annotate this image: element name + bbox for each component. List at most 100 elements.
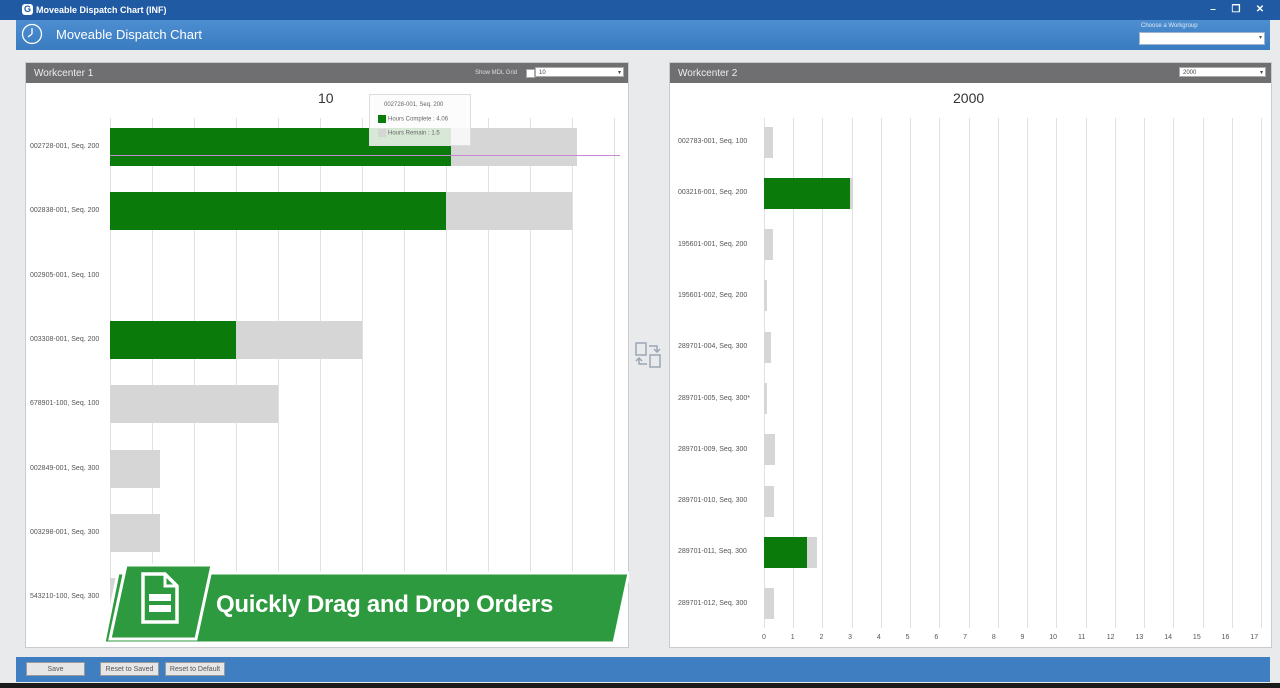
- app-header: Moveable Dispatch Chart Choose a Workgro…: [16, 20, 1270, 50]
- panel-title: Workcenter 1: [34, 68, 94, 79]
- row-label: 678901-100, Seq. 100: [30, 400, 100, 408]
- hover-line: [110, 155, 620, 156]
- remain-swatch: [378, 129, 386, 137]
- bar-hours-remain[interactable]: [446, 192, 572, 231]
- gridline: [1027, 118, 1029, 628]
- row-label: 289701-009, Seq. 300: [678, 445, 748, 453]
- row-label: 002783-001, Seq. 100: [678, 138, 748, 145]
- banner-text: Quickly Drag and Drop Orders: [216, 591, 554, 618]
- bar-hours-remain[interactable]: [110, 513, 161, 552]
- app-icon: G: [22, 4, 33, 15]
- row-label: 289701-012, Seq. 300: [678, 599, 748, 607]
- bar-hours-complete[interactable]: [110, 320, 236, 359]
- row-label: 002905-001, Seq. 100: [30, 271, 100, 279]
- x-tick-label: 15: [1192, 634, 1201, 641]
- chart-title: 10: [318, 90, 334, 106]
- bar-hours-remain[interactable]: [764, 434, 776, 466]
- bar-hours-remain[interactable]: [764, 331, 772, 363]
- x-tick-label: 14: [1164, 634, 1172, 641]
- x-tick-label: 6: [934, 634, 939, 641]
- gridline: [1173, 118, 1175, 628]
- bar-hours-remain[interactable]: [764, 126, 773, 158]
- tooltip-remain: Hours Remain : 1.5: [388, 130, 440, 137]
- gridline: [1202, 118, 1204, 628]
- page-title: Moveable Dispatch Chart: [56, 27, 202, 42]
- workcenter-2-select[interactable]: 2000 ▾: [1179, 67, 1266, 77]
- window-title: Moveable Dispatch Chart (INF): [36, 5, 167, 15]
- gridline: [614, 118, 615, 628]
- bar-hours-remain[interactable]: [764, 588, 775, 620]
- row-label: 289701-004, Seq. 300: [678, 343, 748, 351]
- gridline: [939, 118, 941, 628]
- panel-title: Workcenter 2: [678, 68, 738, 79]
- x-tick-label: 11: [1078, 634, 1086, 641]
- taskbar: [0, 683, 1280, 688]
- row-label: 002838-001, Seq. 200: [30, 207, 100, 215]
- select-value: 2000: [1183, 70, 1197, 76]
- x-tick-label: 7: [963, 634, 967, 641]
- chevron-down-icon: ▾: [617, 70, 621, 76]
- gridline: [1056, 118, 1058, 628]
- x-tick-label: 13: [1135, 634, 1144, 641]
- gridline: [1085, 118, 1087, 628]
- bar-tooltip: 002728-001, Seq. 200 Hours Complete : 4.…: [369, 94, 471, 146]
- workcenter-2-chart[interactable]: 002783-001, Seq. 100 003216-001, Seq. 200…: [670, 110, 1269, 650]
- swap-icon[interactable]: [634, 340, 662, 370]
- row-label: 002728-001, Seq. 200: [30, 143, 100, 150]
- gridline: [910, 118, 912, 628]
- bar-hours-remain[interactable]: [764, 229, 773, 261]
- chevron-down-icon: ▾: [1259, 70, 1263, 76]
- bar-hours-remain[interactable]: [110, 385, 278, 424]
- x-tick-label: 2: [819, 634, 824, 641]
- gridline: [968, 118, 970, 628]
- bar-hours-remain[interactable]: [236, 320, 362, 359]
- mdl-grid-label: Show MDL Grid: [475, 70, 518, 76]
- restore-button[interactable]: ❐: [1225, 2, 1247, 18]
- complete-swatch: [378, 115, 386, 123]
- workgroup-select[interactable]: ▾: [1139, 32, 1265, 45]
- select-value: 10: [539, 70, 546, 76]
- x-tick-label: 16: [1221, 634, 1230, 641]
- row-label: 195601-001, Seq. 200: [678, 240, 748, 248]
- tooltip-complete-row: Hours Complete : 4.06: [378, 115, 448, 123]
- bar-hours-complete[interactable]: [110, 192, 446, 231]
- x-tick-label: 3: [848, 634, 853, 641]
- footer-bar: Save Reset to Saved Reset to Default: [16, 657, 1270, 682]
- gridline: [1114, 118, 1116, 628]
- x-tick-label: 1: [790, 634, 795, 641]
- gridline: [997, 118, 999, 628]
- gridline: [1261, 118, 1262, 628]
- row-label: 003216-001, Seq. 200: [678, 189, 748, 197]
- bar-hours-complete[interactable]: [764, 536, 808, 568]
- bar-hours-remain[interactable]: [850, 177, 854, 209]
- gridline: [1144, 118, 1146, 628]
- row-label: 289701-011, Seq. 300: [678, 548, 747, 556]
- chevron-down-icon: ▾: [1258, 35, 1262, 41]
- bar-hours-remain[interactable]: [807, 536, 818, 568]
- save-button[interactable]: Save: [26, 662, 85, 676]
- row-label: 543210-100, Seq. 300: [30, 593, 100, 601]
- reset-to-saved-button[interactable]: Reset to Saved: [100, 662, 159, 676]
- bar-hours-remain[interactable]: [110, 449, 161, 488]
- reset-to-default-button[interactable]: Reset to Default: [165, 662, 225, 676]
- bar-hours-remain[interactable]: [764, 280, 767, 312]
- row-label: 289701-010, Seq. 300: [678, 497, 748, 505]
- x-tick-label: 0: [762, 634, 766, 641]
- x-tick-label: 9: [1020, 634, 1025, 641]
- gridline: [1231, 118, 1233, 628]
- x-tick-label: 4: [876, 634, 881, 641]
- close-button[interactable]: ✕: [1249, 2, 1271, 18]
- bar-hours-remain[interactable]: [764, 383, 767, 414]
- tooltip-title: 002728-001, Seq. 200: [384, 102, 444, 108]
- x-tick-label: 17: [1250, 634, 1259, 641]
- window-titlebar: G Moveable Dispatch Chart (INF) – ❐ ✕: [0, 0, 1280, 20]
- mdl-grid-checkbox[interactable]: [526, 69, 535, 78]
- row-label: 195601-002, Seq. 200: [678, 291, 748, 299]
- bar-hours-remain[interactable]: [764, 485, 775, 517]
- panel-header: Workcenter 1 Show MDL Grid 10 ▾: [26, 63, 628, 83]
- bar-hours-complete[interactable]: [764, 177, 851, 209]
- gridline: [880, 118, 882, 628]
- workcenter-1-select[interactable]: 10 ▾: [535, 67, 624, 77]
- tooltip-complete: Hours Complete : 4.06: [388, 116, 449, 123]
- minimize-button[interactable]: –: [1202, 2, 1224, 18]
